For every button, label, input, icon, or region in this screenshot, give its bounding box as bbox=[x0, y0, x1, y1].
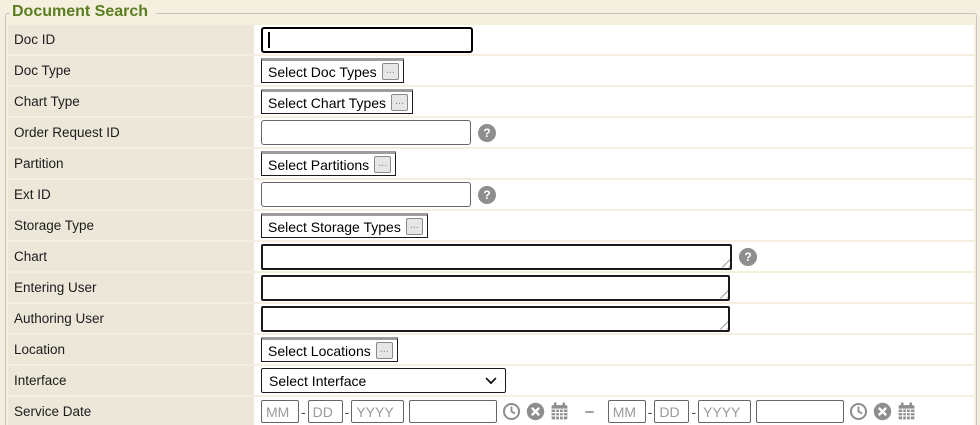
doc-id-input[interactable] bbox=[261, 27, 473, 53]
form-row-storage-type: Storage Type Select Storage Types ... bbox=[8, 211, 974, 240]
ellipsis-button[interactable]: ... bbox=[382, 63, 399, 80]
form-row-chart-type: Chart Type Select Chart Types ... bbox=[8, 87, 974, 116]
field-label-location: Location bbox=[8, 335, 254, 364]
date-separator: - bbox=[691, 404, 696, 420]
storage-type-picker[interactable]: Select Storage Types ... bbox=[261, 213, 428, 238]
date-separator: - bbox=[301, 404, 306, 420]
page-title: Document Search bbox=[10, 3, 156, 23]
ext-id-input[interactable] bbox=[261, 182, 471, 207]
help-icon[interactable]: ? bbox=[478, 186, 496, 204]
field-label-partition: Partition bbox=[8, 149, 254, 178]
form-row-service-date: Service Date - - – bbox=[8, 397, 974, 425]
picker-label: Select Doc Types bbox=[268, 64, 377, 80]
ellipsis-button[interactable]: ... bbox=[376, 342, 393, 359]
to-month-input[interactable] bbox=[608, 400, 646, 423]
field-label-ext-id: Ext ID bbox=[8, 180, 254, 209]
chart-textarea[interactable] bbox=[261, 244, 732, 270]
form-row-ext-id: Ext ID ? bbox=[8, 180, 974, 209]
date-separator: - bbox=[648, 404, 653, 420]
date-separator: - bbox=[345, 404, 350, 420]
picker-label: Select Locations bbox=[268, 343, 371, 359]
from-month-input[interactable] bbox=[261, 400, 299, 423]
form-row-entering-user: Entering User bbox=[8, 273, 974, 302]
picker-label: Select Partitions bbox=[268, 157, 369, 173]
field-label-chart: Chart bbox=[8, 242, 254, 271]
to-time-input[interactable] bbox=[756, 400, 844, 423]
form-row-interface: Interface Select Interface bbox=[8, 366, 974, 395]
doc-type-picker[interactable]: Select Doc Types ... bbox=[261, 58, 404, 83]
form-row-authoring-user: Authoring User bbox=[8, 304, 974, 333]
doc-id-input-wrap bbox=[261, 27, 473, 53]
field-label-interface: Interface bbox=[8, 366, 254, 395]
ellipsis-button[interactable]: ... bbox=[406, 218, 423, 235]
clear-icon[interactable] bbox=[873, 402, 892, 421]
to-day-input[interactable] bbox=[654, 400, 689, 423]
authoring-user-textarea[interactable] bbox=[261, 306, 730, 332]
calendar-icon[interactable] bbox=[897, 402, 916, 421]
field-label-authoring-user: Authoring User bbox=[8, 304, 254, 333]
field-label-storage-type: Storage Type bbox=[8, 211, 254, 240]
range-separator: – bbox=[585, 403, 593, 420]
entering-user-textarea[interactable] bbox=[261, 275, 730, 301]
document-search-panel: Document Search Doc ID Doc Type Select D… bbox=[5, 3, 977, 425]
interface-select-value: Select Interface bbox=[269, 373, 366, 389]
help-icon[interactable]: ? bbox=[478, 124, 496, 142]
calendar-icon[interactable] bbox=[550, 402, 569, 421]
field-label-service-date: Service Date bbox=[8, 397, 254, 425]
field-label-doc-type: Doc Type bbox=[8, 56, 254, 85]
form-row-chart: Chart ? bbox=[8, 242, 974, 271]
form-row-location: Location Select Locations ... bbox=[8, 335, 974, 364]
help-icon[interactable]: ? bbox=[739, 248, 757, 266]
order-request-id-input[interactable] bbox=[261, 120, 471, 145]
interface-select[interactable]: Select Interface bbox=[261, 368, 506, 393]
ellipsis-button[interactable]: ... bbox=[391, 94, 408, 111]
form-row-partition: Partition Select Partitions ... bbox=[8, 149, 974, 178]
location-picker[interactable]: Select Locations ... bbox=[261, 337, 398, 362]
form-row-doc-id: Doc ID bbox=[8, 25, 974, 54]
clock-icon[interactable] bbox=[502, 402, 521, 421]
field-label-doc-id: Doc ID bbox=[8, 25, 254, 54]
ellipsis-button[interactable]: ... bbox=[374, 156, 391, 173]
form-row-order-request-id: Order Request ID ? bbox=[8, 118, 974, 147]
picker-label: Select Storage Types bbox=[268, 219, 401, 235]
from-time-input[interactable] bbox=[409, 400, 497, 423]
from-year-input[interactable] bbox=[351, 400, 404, 423]
clock-icon[interactable] bbox=[849, 402, 868, 421]
picker-label: Select Chart Types bbox=[268, 95, 386, 111]
clear-icon[interactable] bbox=[526, 402, 545, 421]
chevron-down-icon bbox=[484, 374, 498, 388]
text-caret bbox=[268, 32, 270, 48]
field-label-entering-user: Entering User bbox=[8, 273, 254, 302]
partition-picker[interactable]: Select Partitions ... bbox=[261, 151, 396, 176]
form-row-doc-type: Doc Type Select Doc Types ... bbox=[8, 56, 974, 85]
chart-type-picker[interactable]: Select Chart Types ... bbox=[261, 89, 413, 114]
field-label-order-request-id: Order Request ID bbox=[8, 118, 254, 147]
to-year-input[interactable] bbox=[698, 400, 751, 423]
field-label-chart-type: Chart Type bbox=[8, 87, 254, 116]
from-day-input[interactable] bbox=[308, 400, 343, 423]
